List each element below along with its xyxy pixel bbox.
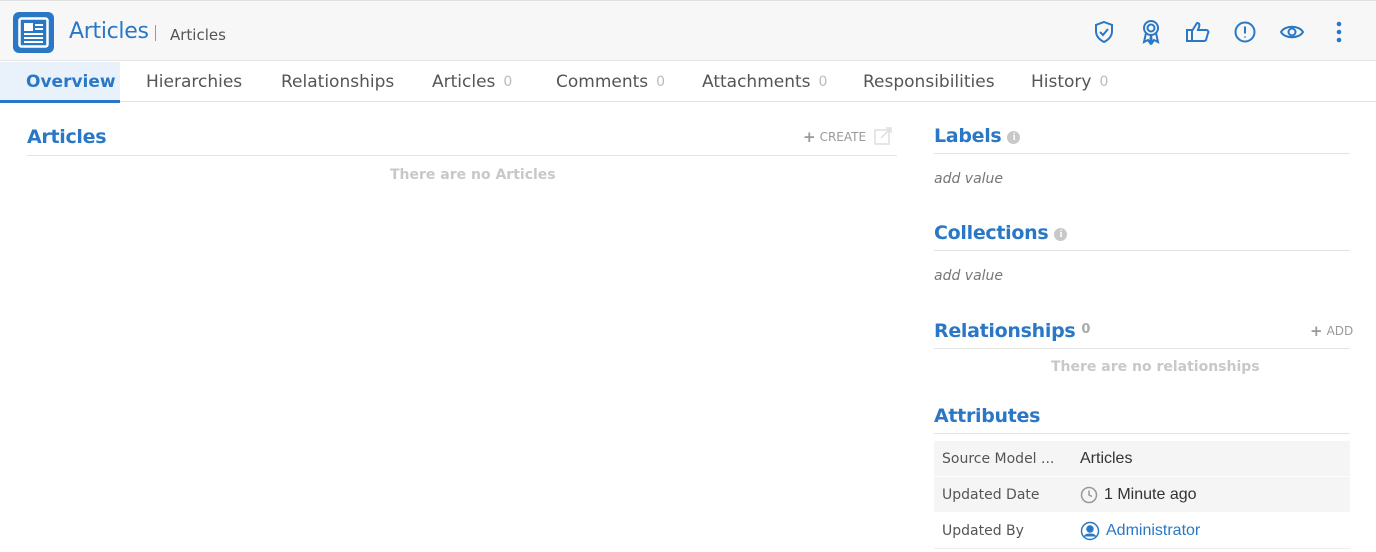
add-label: ADD [1326,324,1354,338]
page-subtitle: Articles [170,26,226,44]
header-actions [1080,17,1362,47]
tab-bar: Overview Hierarchies Relationships Artic… [0,62,1376,103]
title-divider [155,25,156,41]
collections-title-text: Collections [934,222,1049,244]
updated-by-text: Administrator [1106,521,1201,539]
tab-hierarchies[interactable]: Hierarchies [120,62,281,102]
tab-label: Hierarchies [146,72,243,92]
page-title: Articles [69,19,149,44]
relationships-divider [934,348,1350,349]
tab-label: Comments [556,72,649,92]
relationships-section-title: Relationships 0 [934,320,1090,342]
tab-comments[interactable]: Comments 0 [556,62,702,102]
tab-label: Overview [26,72,116,92]
attribute-row: Updated Date 1 Minute ago [934,477,1350,513]
labels-title-text: Labels [934,125,1002,147]
relationships-title-text: Relationships [934,320,1076,342]
article-icon [13,12,54,53]
tab-articles[interactable]: Articles 0 [432,62,556,102]
tab-history[interactable]: History 0 [1031,62,1108,102]
add-relationship-button[interactable]: + ADD [1310,322,1353,340]
tab-responsibilities[interactable]: Responsibilities [863,62,1031,102]
tab-count: 0 [1099,74,1109,90]
tab-count: 0 [818,74,828,90]
labels-divider [934,153,1350,154]
more-vertical-icon[interactable] [1315,17,1362,47]
create-article-button[interactable]: + CREATE [803,128,866,146]
collections-add-value[interactable]: add value [934,268,1003,284]
tab-label: Articles [432,72,496,92]
attribute-value: 1 Minute ago [1080,486,1197,504]
clock-icon [1080,486,1098,504]
attribute-row: Source Model ... Articles [934,441,1350,477]
edit-icon[interactable] [874,127,892,150]
info-icon[interactable]: i [1007,131,1021,144]
user-link[interactable]: Administrator [1080,521,1200,541]
info-icon[interactable]: i [1054,228,1068,241]
articles-divider [27,155,897,156]
articles-section-title: Articles [27,126,107,148]
attribute-row: Updated By Administrator [934,513,1350,549]
tab-count: 0 [656,74,666,90]
relationships-empty-message: There are no relationships [1051,359,1260,375]
attribute-value: Articles [1080,449,1133,467]
labels-add-value[interactable]: add value [934,171,1003,187]
tab-overview[interactable]: Overview [0,62,120,103]
tab-count: 0 [503,74,513,90]
thumbs-up-icon[interactable] [1174,17,1221,47]
relationships-count: 0 [1081,322,1091,337]
create-label: CREATE [819,130,867,144]
labels-section-title: Labels i [934,125,1021,147]
user-avatar-icon [1080,521,1100,541]
tab-label: History [1031,72,1092,92]
attribute-key: Updated Date [942,486,1040,503]
tab-attachments[interactable]: Attachments 0 [702,62,863,102]
page-header: Articles Articles [0,0,1376,61]
shield-check-icon[interactable] [1080,17,1127,47]
plus-icon: + [1310,322,1323,340]
tab-label: Relationships [281,72,395,92]
tab-label: Responsibilities [863,72,995,92]
updated-date-text: 1 Minute ago [1104,485,1197,503]
attribute-key: Updated By [942,522,1024,539]
articles-empty-message: There are no Articles [390,167,556,183]
plus-icon: + [803,128,816,146]
tab-label: Attachments [702,72,811,92]
attributes-section-title: Attributes [934,405,1041,427]
collections-section-title: Collections i [934,222,1068,244]
alert-circle-icon[interactable] [1221,17,1268,47]
collections-divider [934,250,1350,251]
award-icon[interactable] [1127,17,1174,47]
attributes-divider [934,433,1350,434]
tab-relationships[interactable]: Relationships [281,62,432,102]
attribute-key: Source Model ... [942,450,1055,467]
eye-icon[interactable] [1268,17,1315,47]
